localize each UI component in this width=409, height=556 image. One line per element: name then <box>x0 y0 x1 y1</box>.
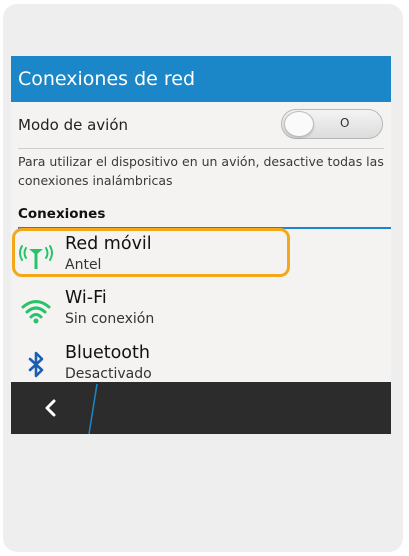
airplane-mode-row[interactable]: Modo de avión O <box>11 102 391 148</box>
connection-status: Desactivado <box>65 366 152 382</box>
toggle-knob[interactable] <box>284 111 314 137</box>
connection-item-wifi[interactable]: Wi-Fi Sin conexión <box>11 283 391 335</box>
selection-highlight <box>12 228 290 277</box>
network-connections-screen: Conexiones de red Modo de avión O Para u… <box>11 56 391 434</box>
page-title: Conexiones de red <box>11 56 391 102</box>
wifi-icon <box>17 295 55 325</box>
connection-status: Sin conexión <box>65 311 155 327</box>
back-button-separator <box>85 382 99 434</box>
connections-section-header: Conexiones <box>18 206 106 222</box>
chevron-left-icon <box>43 399 57 421</box>
bluetooth-icon <box>17 350 55 380</box>
airplane-mode-description: Para utilizar el dispositivo en un avión… <box>18 154 384 188</box>
connection-name: Wi-Fi <box>65 288 107 308</box>
connection-name: Bluetooth <box>65 343 150 363</box>
back-button[interactable] <box>11 382 98 434</box>
divider <box>18 148 384 149</box>
airplane-mode-toggle[interactable]: O <box>281 109 383 139</box>
airplane-mode-label: Modo de avión <box>18 116 129 134</box>
bottom-action-bar <box>11 382 391 434</box>
toggle-state-text: O <box>340 116 350 130</box>
